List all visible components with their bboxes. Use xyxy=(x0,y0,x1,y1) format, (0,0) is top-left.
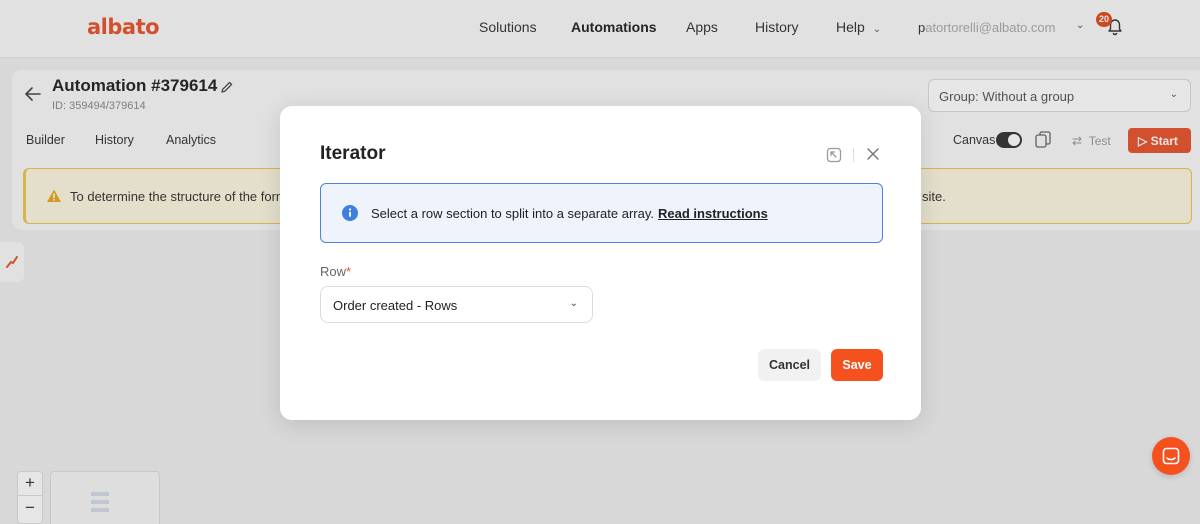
close-icon[interactable] xyxy=(866,147,880,161)
chat-widget-button[interactable] xyxy=(1152,437,1190,475)
info-text: Select a row section to split into a sep… xyxy=(371,206,768,221)
row-field-label: Row* xyxy=(320,264,351,279)
read-instructions-link[interactable]: Read instructions xyxy=(658,206,768,221)
row-select[interactable]: Order created - Rows ⌄ xyxy=(320,286,593,323)
modal-title: Iterator xyxy=(320,143,386,164)
chat-icon xyxy=(1162,447,1180,465)
iterator-modal: Iterator Select a row section to split i… xyxy=(280,106,921,420)
required-marker: * xyxy=(346,264,352,279)
save-button[interactable]: Save xyxy=(831,349,883,381)
expand-icon[interactable] xyxy=(826,147,842,163)
row-label-text: Row xyxy=(320,264,347,279)
info-message: Select a row section to split into a sep… xyxy=(371,206,655,221)
chevron-down-icon: ⌄ xyxy=(569,298,578,309)
info-box: Select a row section to split into a sep… xyxy=(320,183,883,243)
header-separator xyxy=(853,148,854,162)
cancel-button[interactable]: Cancel xyxy=(758,349,821,381)
info-icon xyxy=(342,205,358,221)
row-select-value: Order created - Rows xyxy=(333,298,458,313)
